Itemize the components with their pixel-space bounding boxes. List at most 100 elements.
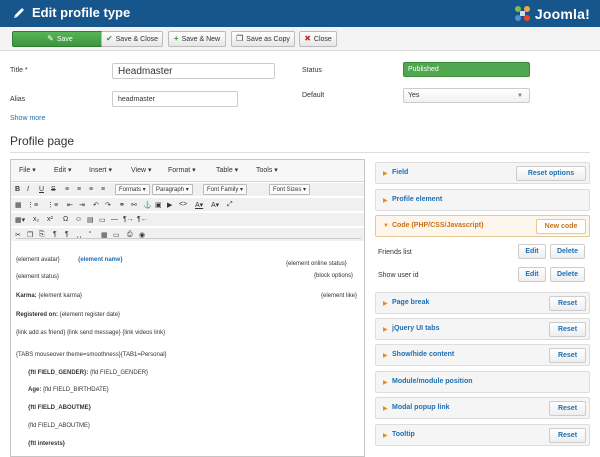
bullet-list-icon[interactable]: ⋮≡ [27, 199, 38, 210]
media-icon[interactable]: ▶ [167, 199, 172, 210]
background-color-icon[interactable]: A▾ [211, 199, 219, 210]
text-color-icon[interactable]: A▾ [195, 199, 203, 210]
accordion-show-hide[interactable]: ▶ Show/hide content Reset [375, 344, 590, 366]
save-label: Save [56, 35, 73, 43]
align-center-icon[interactable]: ≡ [77, 184, 81, 195]
align-justify-icon[interactable]: ≡ [101, 184, 105, 195]
fullscreen-icon[interactable]: ⤢ [227, 199, 233, 210]
accordion-jquery-tabs[interactable]: ▶ jQuery UI tabs Reset [375, 318, 590, 340]
subscript-icon[interactable]: x₂ [33, 214, 39, 225]
special-char-icon[interactable]: Ω [63, 214, 68, 225]
indent-icon[interactable]: ⇥ [79, 199, 85, 210]
undo-icon[interactable]: ↶ [93, 199, 99, 210]
template-icon[interactable]: ▭ [99, 214, 106, 225]
title-input[interactable]: Headmaster [112, 63, 275, 79]
close-button[interactable]: ✖ Close [299, 31, 337, 47]
chevron-right-icon: ▶ [383, 380, 388, 386]
font-sizes-dropdown[interactable]: Font Sizes ▾ [269, 184, 311, 195]
accordion-module-title: Module/module position [392, 378, 473, 385]
chevron-right-icon: ▶ [383, 433, 388, 439]
chevron-down-icon: ▼ [517, 93, 523, 99]
horizontal-rule-icon[interactable]: — [111, 214, 118, 225]
superscript-icon[interactable]: x² [47, 214, 53, 225]
edit-button[interactable]: Edit [518, 267, 546, 282]
menu-view[interactable]: View ▾ [131, 166, 152, 174]
editor-content[interactable]: {element avatar} {element name} {element… [16, 238, 361, 456]
default-label: Default [302, 92, 325, 99]
copy-icon: ❐ [236, 34, 244, 43]
gender-label: {ftl FIELD_GENDER}: [28, 370, 89, 376]
unlink-icon[interactable]: ⚯ [131, 199, 137, 210]
reset-button[interactable]: Reset [549, 348, 586, 363]
table-icon[interactable]: ▦▾ [15, 214, 25, 225]
code-icon[interactable]: <> [179, 199, 187, 210]
save-copy-label: Save as Copy [246, 35, 290, 43]
accordion-tooltip[interactable]: ▶ Tooltip Reset [375, 424, 590, 446]
find-icon[interactable]: ▦ [15, 199, 22, 210]
close-icon: ✖ [304, 34, 311, 43]
status-select[interactable]: Published [403, 62, 530, 77]
outdent-icon[interactable]: ⇤ [67, 199, 73, 210]
numbered-list-icon[interactable]: ⋮≡ [47, 199, 58, 210]
save-button[interactable]: ✎ Save [12, 31, 108, 47]
align-right-icon[interactable]: ≡ [89, 184, 93, 195]
accordion-field[interactable]: ▶ Field Reset options [375, 162, 590, 184]
show-more-link[interactable]: Show more [10, 115, 45, 122]
accordion-module[interactable]: ▶ Module/module position [375, 371, 590, 393]
like-token: {element like} [321, 293, 358, 299]
save-close-button[interactable]: ✔ Save & Close [101, 31, 163, 47]
emoticon-icon[interactable]: ☺ [75, 214, 82, 225]
menu-insert[interactable]: Insert ▾ [89, 166, 112, 174]
redo-icon[interactable]: ↷ [105, 199, 111, 210]
block-options-token: {block options} [314, 273, 354, 279]
new-code-button[interactable]: New code [536, 219, 586, 234]
menu-file[interactable]: File ▾ [19, 166, 36, 174]
chevron-right-icon: ▶ [383, 301, 388, 307]
chevron-right-icon: ▶ [383, 327, 388, 333]
menu-tools[interactable]: Tools ▾ [256, 166, 278, 174]
save-new-button[interactable]: + Save & New [168, 31, 226, 47]
insert-date-icon[interactable]: ▤ [87, 214, 94, 225]
accordion-code[interactable]: ▼ Code (PHP/CSS/Javascript) New code [375, 215, 590, 237]
underline-icon[interactable]: U [39, 184, 44, 195]
reset-button[interactable]: Reset [549, 428, 586, 443]
menu-edit[interactable]: Edit ▾ [54, 166, 72, 174]
font-family-dropdown[interactable]: Font Family ▾ [203, 184, 248, 195]
reset-button[interactable]: Reset [549, 296, 586, 311]
save-copy-button[interactable]: ❐ Save as Copy [231, 31, 295, 47]
link-icon[interactable]: ⚭ [119, 199, 125, 210]
code-row-label: Friends list [378, 249, 412, 256]
default-select[interactable]: Yes ▼ [403, 88, 530, 103]
bold-icon[interactable]: B [15, 184, 20, 195]
strikethrough-icon[interactable]: S [51, 184, 56, 195]
editor-toolbar-row-4: ✂ ❐ ⎘ ¶ ¶ ␣ “ ▦ ▭ ⎙ ◉ [11, 228, 364, 241]
delete-button[interactable]: Delete [550, 267, 585, 282]
reset-button[interactable]: Reset [549, 401, 586, 416]
alias-input[interactable]: headmaster [112, 91, 238, 107]
editor-toolbar-row-3: ▦▾ x₂ x² Ω ☺ ▤ ▭ — ¶→ ¶← [11, 213, 364, 226]
reset-button[interactable]: Reset [549, 322, 586, 337]
menu-format[interactable]: Format ▾ [168, 166, 196, 174]
accordion-page-break[interactable]: ▶ Page break Reset [375, 292, 590, 314]
accordion-profile-element[interactable]: ▶ Profile element [375, 189, 590, 211]
align-left-icon[interactable]: ≡ [65, 184, 69, 195]
menu-table[interactable]: Table ▾ [216, 166, 238, 174]
edit-button[interactable]: Edit [518, 244, 546, 259]
rtl-icon[interactable]: ¶← [137, 214, 148, 225]
ltr-icon[interactable]: ¶→ [123, 214, 134, 225]
save-icon: ✎ [47, 34, 54, 43]
reset-options-button[interactable]: Reset options [516, 166, 586, 181]
image-icon[interactable]: ▣ [155, 199, 162, 210]
registered-label: Registered on: [16, 312, 59, 318]
accordion-modal-popup[interactable]: ▶ Modal popup link Reset [375, 397, 590, 419]
anchor-icon[interactable]: ⚓ [143, 199, 152, 210]
italic-icon[interactable]: I [27, 184, 29, 195]
gender-line: {ftl FIELD_GENDER}: {fld FIELD_GENDER} [28, 370, 148, 376]
aboutme-token: {fld FIELD_ABOUTME} [28, 423, 91, 429]
formats-dropdown[interactable]: Formats ▾ [115, 184, 150, 195]
paragraph-dropdown[interactable]: Paragraph ▾ [152, 184, 193, 195]
delete-button[interactable]: Delete [550, 244, 585, 259]
section-title: Profile page [10, 134, 75, 148]
chevron-right-icon: ▶ [383, 198, 388, 204]
code-row-friends-list: Friends list Edit Delete [375, 244, 590, 262]
